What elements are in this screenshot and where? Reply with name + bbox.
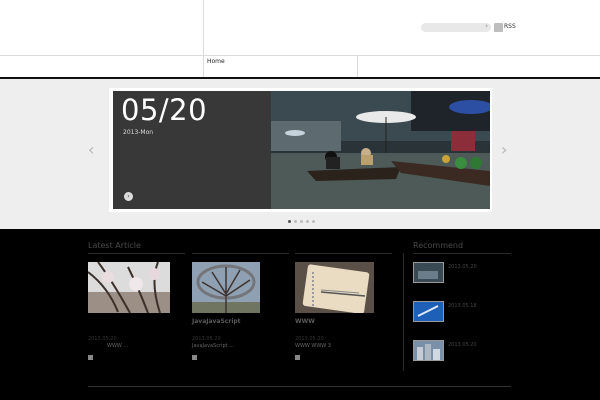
slider-dot[interactable] bbox=[306, 220, 309, 223]
slide-date-panel: 05/20 2013-Mon › bbox=[113, 91, 271, 209]
latest-article-heading: Latest Article bbox=[88, 241, 141, 250]
recommend-date: 2013.05.20 bbox=[448, 264, 477, 270]
nav-divider bbox=[357, 55, 358, 77]
footer-rule bbox=[88, 386, 511, 387]
nav-top-rule bbox=[0, 55, 600, 56]
search-input[interactable]: › bbox=[421, 22, 491, 32]
latest-rule bbox=[88, 253, 185, 254]
read-more-icon[interactable] bbox=[88, 355, 93, 360]
recommend-date: 2013.05.18 bbox=[448, 303, 477, 309]
recommend-thumbnail[interactable] bbox=[413, 340, 444, 361]
article-thumbnail[interactable] bbox=[88, 262, 170, 313]
floating-market-photo bbox=[271, 91, 490, 209]
recommend-date: 2013.05.20 bbox=[448, 342, 477, 348]
slide-subdate: 2013-Mon bbox=[123, 129, 154, 136]
slider-dot[interactable] bbox=[300, 220, 303, 223]
slider-dot[interactable] bbox=[294, 220, 297, 223]
article-excerpt: WWW WWW 3 bbox=[295, 343, 332, 349]
read-more-icon[interactable] bbox=[192, 355, 197, 360]
slider-dots bbox=[288, 220, 315, 223]
slider-prev-arrow[interactable]: ‹ bbox=[88, 140, 94, 159]
article-date: 2013.05.20 bbox=[88, 336, 117, 342]
slider-next-arrow[interactable]: › bbox=[501, 140, 507, 159]
slider-dot[interactable] bbox=[312, 220, 315, 223]
recommend-item[interactable]: 2013.05.20 bbox=[413, 262, 511, 286]
recommend-item[interactable]: 2013.05.20 bbox=[413, 340, 511, 364]
article-date: 2013.05.20 bbox=[295, 336, 324, 342]
rss-icon[interactable] bbox=[494, 23, 503, 32]
article-card[interactable]: 2013.05.20 WWW ... bbox=[88, 262, 170, 360]
article-title[interactable]: JavaJavaScript bbox=[192, 318, 241, 325]
article-thumbnail[interactable] bbox=[295, 262, 377, 313]
article-card[interactable]: JavaJavaScript 2013.05.20 JavaJavaScript… bbox=[192, 262, 274, 360]
search-go-icon[interactable]: › bbox=[485, 22, 488, 30]
latest-rule bbox=[192, 253, 289, 254]
recommend-rule bbox=[413, 253, 511, 254]
slide-date: 05/20 bbox=[121, 93, 208, 127]
article-date: 2013.05.20 bbox=[192, 336, 221, 342]
article-thumbnail[interactable] bbox=[192, 262, 274, 313]
arrow-right-circle-icon[interactable]: › bbox=[124, 192, 133, 201]
recommend-thumbnail[interactable] bbox=[413, 262, 444, 283]
header-divider bbox=[203, 0, 204, 77]
rss-link[interactable]: RSS bbox=[504, 23, 516, 30]
column-divider bbox=[403, 253, 404, 371]
article-card[interactable]: WWW 2013.05.20 WWW WWW 3 bbox=[295, 262, 377, 360]
site-header bbox=[0, 0, 600, 78]
recommend-item[interactable]: 2013.05.18 bbox=[413, 301, 511, 325]
slide-photo[interactable] bbox=[271, 91, 490, 209]
article-title[interactable]: WWW bbox=[295, 318, 315, 325]
article-excerpt: JavaJavaScript ... bbox=[192, 343, 234, 349]
latest-rule bbox=[295, 253, 392, 254]
recommend-heading: Recommend bbox=[413, 241, 464, 250]
read-more-icon[interactable] bbox=[295, 355, 300, 360]
nav-item-home[interactable]: Home bbox=[207, 58, 225, 65]
article-excerpt: WWW ... bbox=[107, 343, 129, 349]
slider-dot[interactable] bbox=[288, 220, 291, 223]
recommend-thumbnail[interactable] bbox=[413, 301, 444, 322]
